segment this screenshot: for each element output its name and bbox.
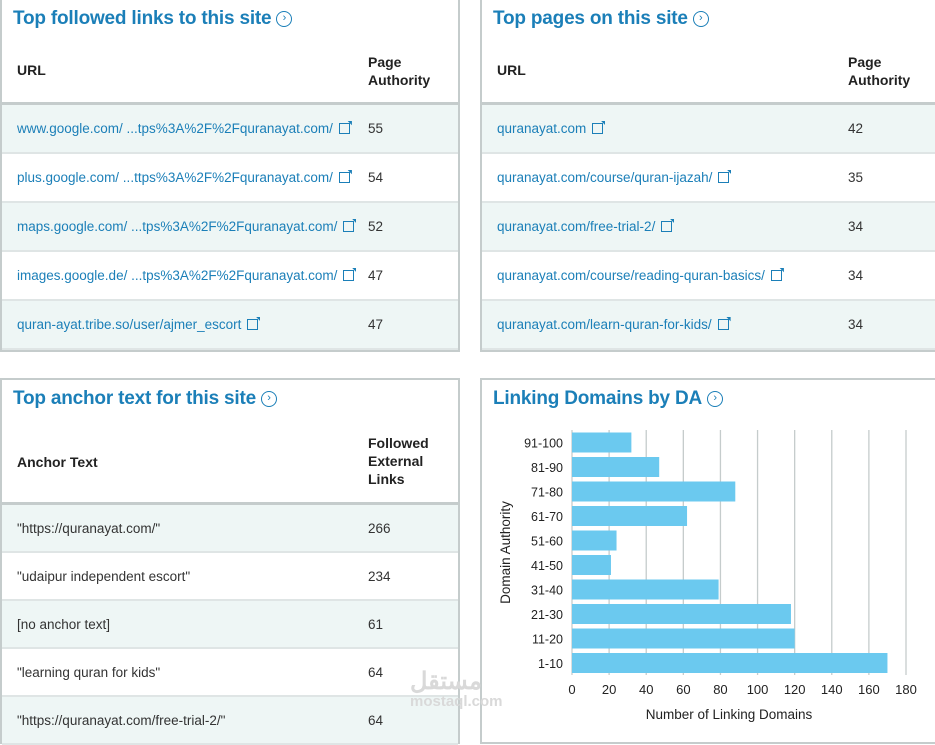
url-link[interactable]: www.google.com/ ...tps%3A%2F%2Fquranayat… [17, 121, 350, 136]
url-link[interactable]: quran-ayat.tribe.so/user/ajmer_escort [17, 317, 259, 332]
external-link-icon[interactable] [661, 221, 673, 232]
bar-31-40 [572, 579, 719, 600]
linking-domains-chart: 0 20 40 60 80 100 120 140 160 180 91-100 81-90 71-80… [498, 430, 917, 722]
x-tick-label: 20 [602, 682, 616, 697]
value: 42 [848, 121, 864, 136]
x-axis-label: Number of Linking Domains [646, 707, 813, 722]
value: 34 [848, 268, 864, 283]
table-row: "https://quranayat.com/" 266 [2, 505, 458, 553]
url-link[interactable]: quranayat.com/course/reading-quran-basic… [497, 268, 782, 283]
y-tick-label: 41-50 [531, 559, 563, 573]
value: 47 [368, 317, 384, 332]
anchor-text: "https://quranayat.com/free-trial-2/" [17, 712, 226, 728]
table-row: plus.google.com/ ...ttps%3A%2F%2Fquranay… [2, 154, 458, 203]
x-tick-label: 140 [821, 682, 843, 697]
value: 64 [368, 664, 384, 680]
bar-71-80 [572, 481, 736, 502]
y-tick-label: 51-60 [531, 534, 563, 548]
table-row: "udaipur independent escort" 234 [2, 553, 458, 601]
table-header: URL Page Authority [482, 0, 935, 105]
top-pages-panel: Top pages on this site › URL Page Authorit… [480, 0, 935, 352]
table-header: URL Page Authority [2, 0, 458, 105]
table-row: maps.google.com/ ...tps%3A%2F%2Fquranaya… [2, 203, 458, 252]
external-link-icon[interactable] [592, 123, 604, 134]
value: 266 [368, 520, 391, 536]
value: 55 [368, 121, 384, 136]
value: 47 [368, 268, 384, 283]
value: 54 [368, 170, 384, 185]
external-link-icon[interactable] [338, 123, 350, 134]
table-header: Anchor Text Followed External Links [2, 380, 458, 505]
bar-11-20 [572, 628, 795, 649]
followed-links-panel: Top followed links to this site › URL Pag… [0, 0, 460, 352]
external-link-icon[interactable] [717, 319, 729, 330]
external-link-icon[interactable] [343, 221, 355, 232]
value: 52 [368, 219, 384, 234]
bar-61-70 [572, 506, 688, 526]
x-tick-label: 80 [713, 682, 727, 697]
y-tick-label: 91-100 [524, 436, 563, 450]
value: 34 [848, 317, 864, 332]
value: 234 [368, 568, 391, 584]
table-row: quranayat.com/course/reading-quran-basic… [482, 252, 935, 301]
table-row: www.google.com/ ...tps%3A%2F%2Fquranayat… [2, 105, 458, 154]
table-row: quranayat.com 42 [482, 105, 935, 154]
table-row: [no anchor text] 61 [2, 601, 458, 649]
x-tick-label: 180 [895, 682, 917, 697]
external-link-icon[interactable] [247, 319, 259, 330]
y-tick-label: 21-30 [531, 608, 563, 622]
y-tick-label: 61-70 [531, 510, 563, 524]
bar-91-100 [572, 432, 632, 453]
anchor-text: [no anchor text] [17, 616, 111, 632]
value: 34 [848, 219, 864, 234]
table-row: "learning quran for kids" 64 [2, 649, 458, 697]
x-tick-label: 160 [858, 682, 880, 697]
external-link-icon[interactable] [718, 172, 730, 183]
table-row: quran-ayat.tribe.so/user/ajmer_escort 47 [2, 301, 458, 350]
external-link-icon[interactable] [770, 270, 782, 281]
external-link-icon[interactable] [338, 172, 350, 183]
watermark-logo: مستقل mostaql.com [410, 668, 503, 711]
bar-41-50 [572, 555, 611, 575]
x-tick-label: 120 [784, 682, 806, 697]
anchor-text: "https://quranayat.com/" [17, 520, 161, 536]
url-link[interactable]: quranayat.com [497, 121, 604, 136]
url-link[interactable]: quranayat.com/free-trial-2/ [497, 219, 673, 234]
bar-81-90 [572, 457, 660, 477]
y-tick-label: 31-40 [531, 583, 563, 597]
url-link[interactable]: plus.google.com/ ...ttps%3A%2F%2Fquranay… [17, 170, 350, 185]
y-tick-label: 11-20 [532, 632, 563, 646]
url-link[interactable]: maps.google.com/ ...tps%3A%2F%2Fquranaya… [17, 219, 355, 234]
table-row: "https://quranayat.com/free-trial-2/" 64 [2, 697, 458, 745]
value: 35 [848, 170, 864, 185]
table-row: quranayat.com/learn-quran-for-kids/34 [482, 301, 935, 350]
value: 64 [368, 712, 384, 728]
y-axis-label: Domain Authority [498, 501, 513, 604]
bar-1-10 [572, 653, 888, 673]
bar-51-60 [572, 530, 617, 551]
external-link-icon[interactable] [343, 270, 355, 281]
url-link[interactable]: quranayat.com/learn-quran-for-kids/ [497, 317, 729, 332]
value: 61 [368, 616, 384, 632]
anchor-text: "udaipur independent escort" [17, 568, 191, 584]
url-link[interactable]: quranayat.com/course/quran-ijazah/ [497, 170, 730, 185]
x-tick-label: 0 [568, 682, 575, 697]
y-tick-label: 1-10 [538, 657, 563, 671]
anchor-text: "learning quran for kids" [17, 664, 161, 680]
table-row: images.google.de/ ...tps%3A%2F%2Fquranay… [2, 252, 458, 301]
y-tick-label: 81-90 [531, 461, 563, 475]
table-row: quranayat.com/free-trial-2/34 [482, 203, 935, 252]
y-tick-label: 71-80 [531, 485, 563, 499]
x-tick-label: 60 [676, 682, 690, 697]
linking-domains-panel: Linking Domains by DA › 0 20 40 60 80 100 120 14… [480, 378, 935, 744]
x-tick-label: 100 [747, 682, 769, 697]
x-tick-label: 40 [639, 682, 653, 697]
table-row: quranayat.com/course/quran-ijazah/35 [482, 154, 935, 203]
bar-21-30 [572, 604, 791, 624]
anchor-text-panel: Top anchor text for this site › Anchor Te… [0, 378, 460, 745]
url-link[interactable]: images.google.de/ ...tps%3A%2F%2Fquranay… [17, 268, 355, 283]
